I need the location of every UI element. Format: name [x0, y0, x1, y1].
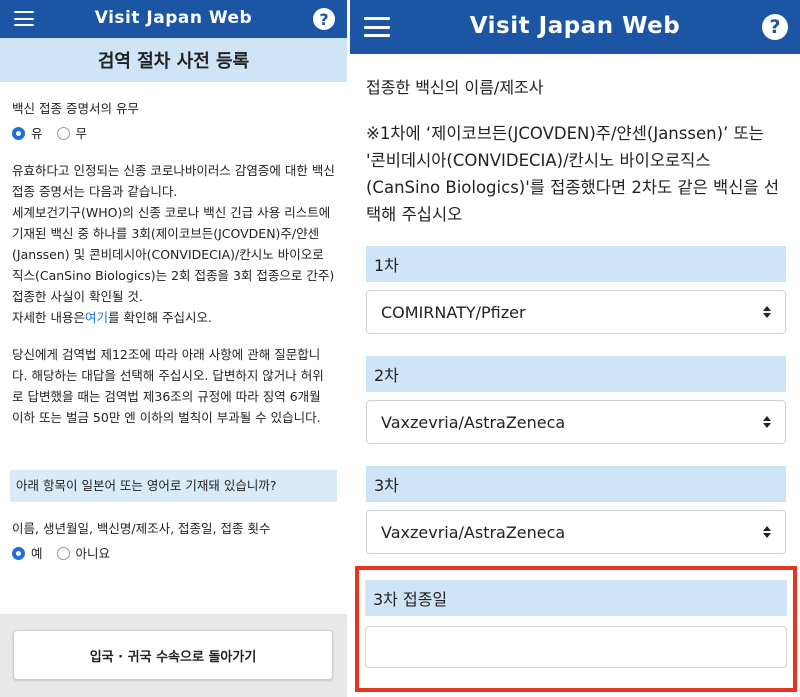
vaccine-cert-question: 백신 접종 증명서의 유무 [12, 101, 139, 116]
dose-3-value: Vaxzevria/AstraZeneca [381, 522, 566, 542]
dose-3-date-label: 3차 접종일 [365, 580, 787, 616]
vaccine-note: ※1차에 ‘제이코브든(JCOVDEN)주/얀센(Janssen)’ 또는 '콘… [366, 124, 780, 224]
dose-1-label: 1차 [366, 246, 786, 282]
radio-language-yes-label: 예 [31, 546, 43, 561]
radio-unselected-icon [56, 547, 70, 560]
radio-language-no[interactable]: 아니요 [56, 543, 111, 564]
radio-selected-icon [12, 547, 25, 560]
language-radio-group: 예 아니요 [12, 543, 335, 564]
radio-unselected-icon [56, 127, 70, 140]
dose-2-value: Vaxzevria/AstraZeneca [381, 412, 566, 432]
info-suffix: 를 확인해 주십시오. [108, 310, 212, 325]
info-paragraph: 유효하다고 인정되는 신종 코로나바이러스 감염증에 대한 백신 접종 증명서는… [12, 160, 335, 328]
footer-area: 입국 · 귀국 수속으로 돌아가기 [0, 614, 347, 697]
quarantine-law-paragraph: 당신에게 검역법 제12조에 따라 아래 사항에 관해 질문합니다. 해당하는 … [12, 347, 324, 425]
select-arrows-icon [763, 306, 771, 318]
radio-yes-label: 유 [31, 126, 43, 141]
dose-3-select[interactable]: Vaxzevria/AstraZeneca [366, 510, 786, 554]
radio-yes[interactable]: 유 [12, 123, 43, 144]
select-arrows-icon [763, 526, 771, 538]
form-body: 백신 접종 증명서의 유무 유 무 유효하다고 인정되는 신종 코로나바이러스 … [0, 98, 347, 564]
dose-3-date-highlight: 3차 접종일 [355, 566, 797, 692]
left-screen: Visit Japan Web ? 검역 절차 사전 등록 백신 접종 증명서의… [0, 0, 347, 697]
info-prefix: 자세한 내용은 [12, 310, 85, 325]
dose-1-select[interactable]: COMIRNATY/Pfizer [366, 290, 786, 334]
details-link[interactable]: 여기 [85, 310, 108, 325]
info-line-1: 유효하다고 인정되는 신종 코로나바이러스 감염증에 대한 백신 접종 증명서는… [12, 163, 335, 199]
radio-no[interactable]: 무 [56, 123, 88, 144]
dose-3-label: 3차 [366, 466, 786, 502]
page-title: 검역 절차 사전 등록 [0, 38, 347, 82]
vaccine-form: 접종한 백신의 이름/제조사 ※1차에 ‘제이코브든(JCOVDEN)주/얀센(… [350, 74, 800, 554]
dose-1-group: 1차 COMIRNATY/Pfizer [366, 246, 786, 334]
radio-language-no-label: 아니요 [75, 546, 111, 561]
items-label: 이름, 생년월일, 백신명/제조사, 접종일, 접종 횟수 [12, 521, 271, 536]
dose-2-label: 2차 [366, 356, 786, 392]
header-bar: Visit Japan Web ? [350, 0, 800, 54]
help-icon[interactable]: ? [313, 8, 335, 30]
dose-3-date-input[interactable] [365, 626, 787, 668]
language-question: 아래 항목이 일본어 또는 영어로 기재돼 있습니까? [10, 470, 337, 502]
dose-2-select[interactable]: Vaxzevria/AstraZeneca [366, 400, 786, 444]
info-line-3: 자세한 내용은여기를 확인해 주십시오. [12, 307, 335, 328]
header-bar: Visit Japan Web ? [0, 0, 347, 38]
help-icon[interactable]: ? [762, 14, 788, 40]
info-line-2: 세계보건기구(WHO)의 신종 코로나 백신 긴급 사용 리스트에 기재된 백신… [12, 205, 335, 304]
app-title: Visit Japan Web [94, 8, 253, 28]
dose-2-group: 2차 Vaxzevria/AstraZeneca [366, 356, 786, 444]
radio-language-yes[interactable]: 예 [12, 543, 43, 564]
dose-3-group: 3차 Vaxzevria/AstraZeneca [366, 466, 786, 554]
select-arrows-icon [763, 416, 771, 428]
radio-no-label: 무 [75, 126, 88, 141]
dose-1-value: COMIRNATY/Pfizer [381, 302, 526, 322]
vaccine-name-label: 접종한 백신의 이름/제조사 [366, 78, 544, 97]
right-screen: Visit Japan Web ? 접종한 백신의 이름/제조사 ※1차에 ‘제… [350, 0, 800, 697]
vaccine-cert-radio-group: 유 무 [12, 123, 335, 144]
radio-selected-icon [12, 127, 25, 140]
app-title: Visit Japan Web [469, 13, 681, 39]
back-to-procedures-button[interactable]: 입국 · 귀국 수속으로 돌아가기 [13, 630, 333, 680]
